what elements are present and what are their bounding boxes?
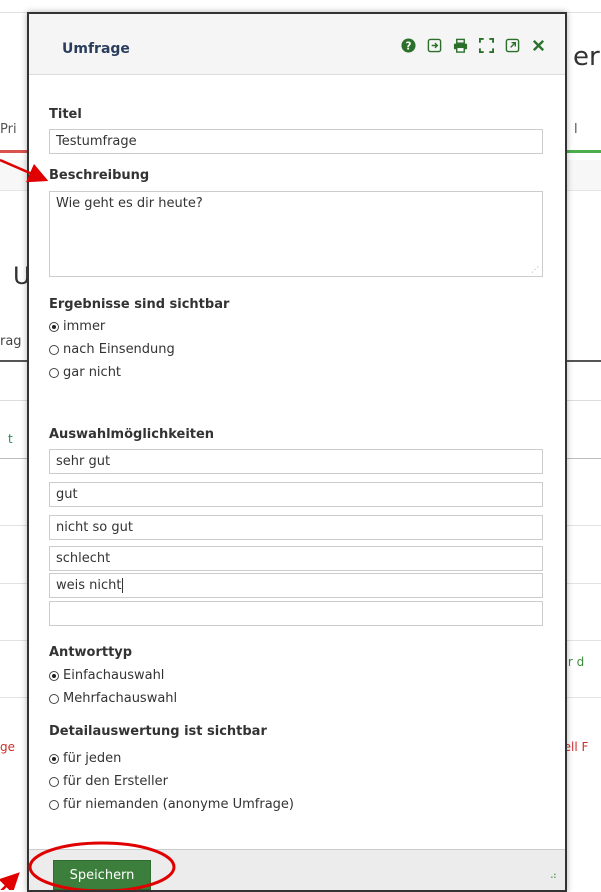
popout-icon[interactable]	[503, 36, 521, 54]
resize-grip-icon[interactable]: ⣠	[550, 868, 557, 879]
results-option-never[interactable]: gar nicht	[49, 365, 121, 380]
save-button[interactable]: Speichern	[53, 860, 151, 890]
radio-label: für jeden	[63, 751, 122, 766]
bg-tab-underline-red	[0, 150, 30, 153]
close-icon[interactable]	[529, 36, 547, 54]
description-label: Beschreibung	[49, 168, 150, 183]
radio-unchecked-icon[interactable]	[49, 367, 59, 378]
answer-type-label: Antworttyp	[49, 645, 133, 660]
description-text: Wie geht es dir heute?	[56, 196, 203, 211]
radio-unchecked-icon[interactable]	[49, 799, 59, 810]
choice-input[interactable]: gut	[49, 482, 543, 507]
export-icon[interactable]	[425, 36, 443, 54]
survey-dialog: Umfrage ? Titel Testumfrage Beschreibung…	[27, 12, 567, 892]
resize-grip-icon[interactable]: ⋰	[531, 265, 539, 274]
bg-tab-left[interactable]: Pri	[0, 122, 17, 137]
detail-visible-label: Detailauswertung ist sichtbar	[49, 724, 267, 739]
fullscreen-icon[interactable]	[477, 36, 495, 54]
radio-label: nach Einsendung	[63, 342, 175, 357]
bg-row-link-red[interactable]: ge	[0, 740, 15, 754]
results-option-after-submit[interactable]: nach Einsendung	[49, 342, 175, 357]
results-option-always[interactable]: immer	[49, 319, 105, 334]
dialog-footer: Speichern ⣠	[29, 849, 565, 890]
radio-checked-icon[interactable]	[49, 670, 59, 681]
choice-input-empty[interactable]	[49, 601, 543, 626]
results-visible-label: Ergebnisse sind sichtbar	[49, 297, 230, 312]
radio-label: für niemanden (anonyme Umfrage)	[63, 797, 294, 812]
choice-input[interactable]: sehr gut	[49, 449, 543, 474]
radio-label: Mehrfachauswahl	[63, 691, 178, 706]
text-cursor: ​	[122, 578, 124, 593]
bg-table-header: rag	[0, 334, 22, 349]
title-label: Titel	[49, 107, 82, 122]
dialog-toolbar: ?	[399, 36, 547, 54]
help-icon[interactable]: ?	[399, 36, 417, 54]
detail-option-everyone[interactable]: für jeden	[49, 751, 121, 766]
detail-option-creator[interactable]: für den Ersteller	[49, 774, 168, 789]
description-field[interactable]: Wie geht es dir heute? ⋰	[49, 191, 543, 277]
choice-input[interactable]: nicht so gut	[49, 515, 543, 540]
radio-unchecked-icon[interactable]	[49, 776, 59, 787]
choice-input-active[interactable]: weis nicht​	[49, 573, 543, 598]
answer-type-multiple[interactable]: Mehrfachauswahl	[49, 691, 177, 706]
svg-text:?: ?	[405, 40, 411, 52]
answer-type-single[interactable]: Einfachauswahl	[49, 668, 164, 683]
dialog-header: Umfrage ?	[29, 14, 565, 75]
choice-text: weis nicht	[56, 578, 122, 593]
choices-label: Auswahlmöglichkeiten	[49, 427, 215, 442]
bg-tab-right[interactable]: l	[574, 122, 578, 137]
bg-row-link[interactable]: t	[8, 432, 13, 446]
dialog-title: Umfrage	[62, 41, 130, 57]
title-field[interactable]: Testumfrage	[49, 129, 543, 154]
radio-unchecked-icon[interactable]	[49, 344, 59, 355]
radio-label: Einfachauswahl	[63, 668, 165, 683]
print-icon[interactable]	[451, 36, 469, 54]
radio-unchecked-icon[interactable]	[49, 693, 59, 704]
radio-checked-icon[interactable]	[49, 753, 59, 764]
radio-label: immer	[63, 319, 106, 334]
detail-option-nobody[interactable]: für niemanden (anonyme Umfrage)	[49, 797, 294, 812]
radio-label: gar nicht	[63, 365, 122, 380]
radio-checked-icon[interactable]	[49, 321, 59, 332]
bg-heading: err	[573, 42, 601, 72]
radio-label: für den Ersteller	[63, 774, 168, 789]
choice-input[interactable]: schlecht	[49, 546, 543, 571]
